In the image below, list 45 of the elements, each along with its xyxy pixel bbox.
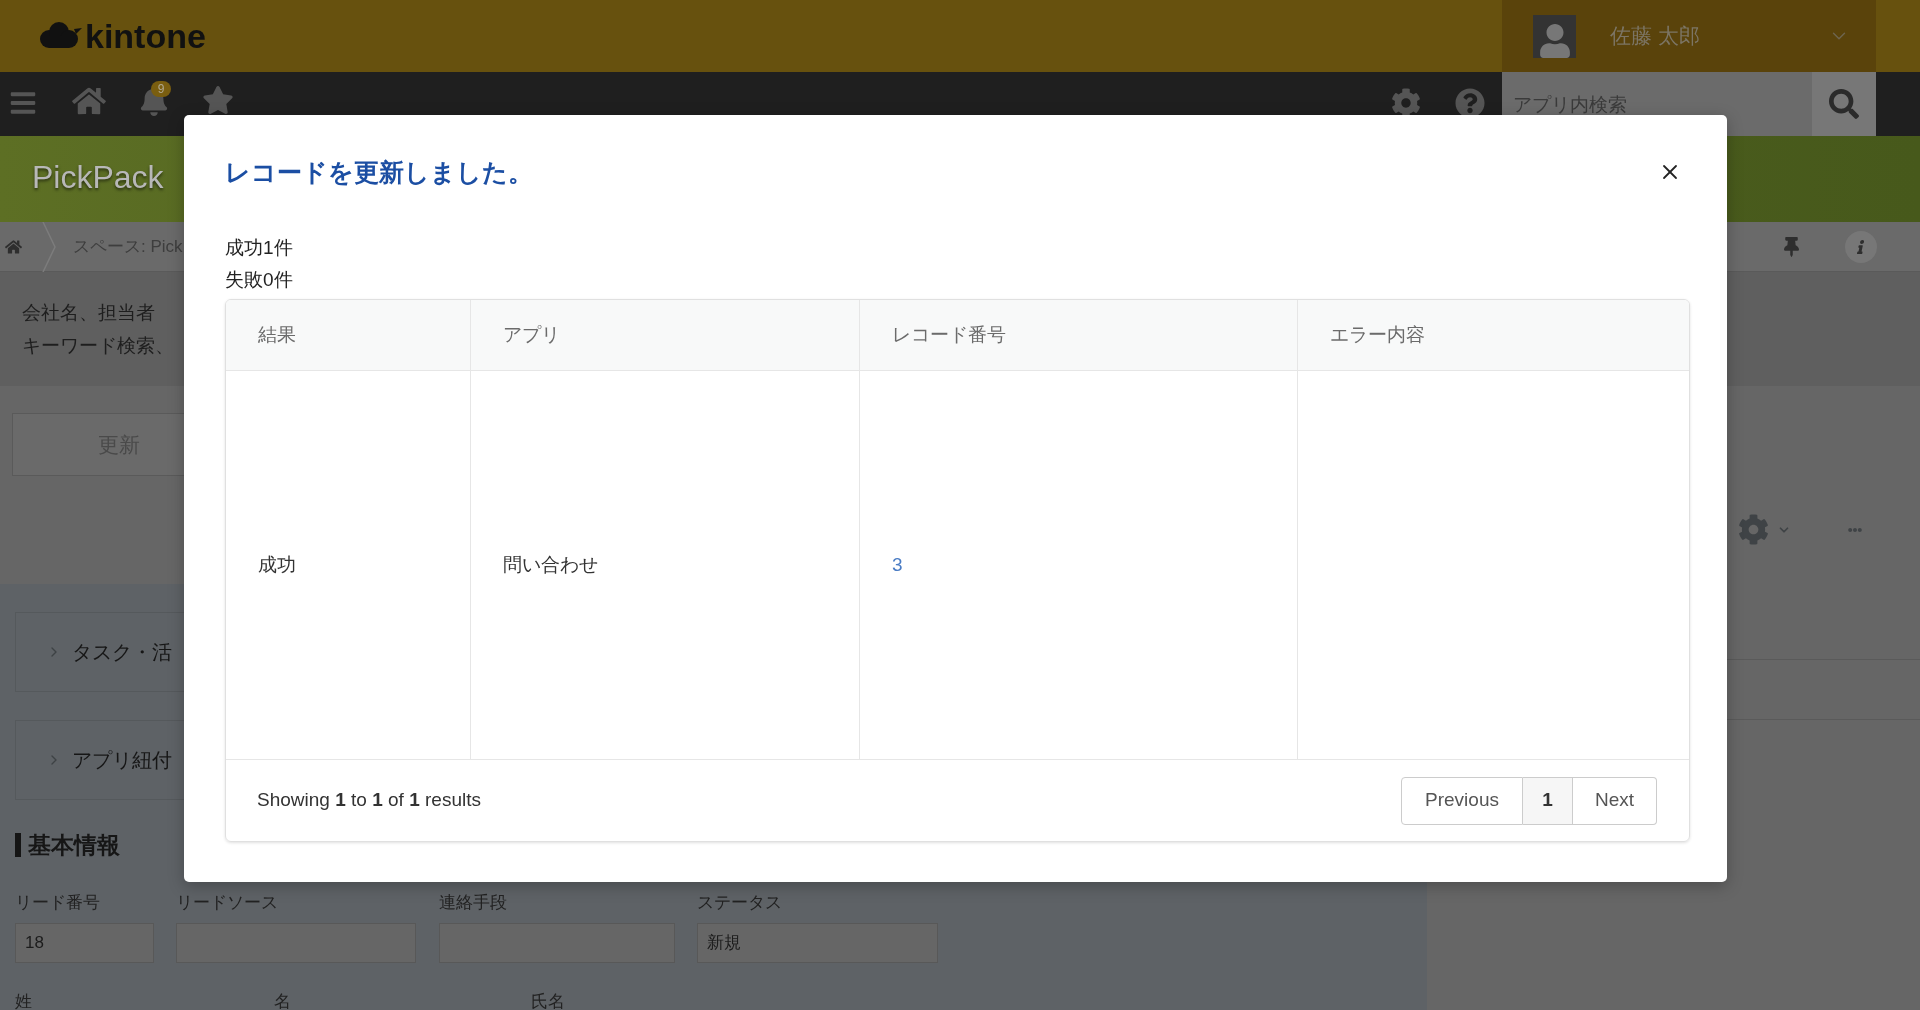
dialog-title: レコードを更新しました。 bbox=[225, 157, 533, 188]
settings-icon[interactable] bbox=[1389, 88, 1423, 118]
table-cell-text: 問い合わせ bbox=[503, 552, 598, 577]
summary-text: 失敗0件 bbox=[225, 268, 293, 292]
input-field[interactable]: 新規 bbox=[697, 923, 938, 963]
column-header: アプリ bbox=[503, 322, 560, 347]
avatar-icon bbox=[1533, 14, 1576, 58]
description-text: キーワード検索、 bbox=[22, 334, 174, 358]
field-label: 連絡手段 bbox=[439, 893, 507, 913]
page-button[interactable]: 1 bbox=[1523, 776, 1573, 825]
search-icon bbox=[1829, 89, 1859, 119]
home-icon[interactable] bbox=[72, 86, 106, 116]
column-header: 結果 bbox=[258, 322, 296, 347]
cloud-logo-icon bbox=[38, 21, 82, 51]
field-label: 名 bbox=[274, 992, 291, 1010]
column-header: エラー内容 bbox=[1330, 322, 1425, 347]
record-link[interactable]: 3 bbox=[892, 550, 903, 580]
field-label: リードソース bbox=[176, 893, 278, 913]
heading-marker-bar bbox=[15, 833, 21, 857]
field-label: リード番号 bbox=[15, 893, 100, 913]
field-label: ステータス bbox=[697, 893, 782, 913]
chevron-separator-icon bbox=[42, 221, 56, 272]
pin-icon[interactable] bbox=[1784, 236, 1799, 257]
next-button[interactable]: Next bbox=[1573, 776, 1657, 825]
notification-badge: 9 bbox=[151, 81, 171, 97]
field-label: 姓 bbox=[15, 992, 32, 1010]
input-field[interactable]: 18 bbox=[15, 923, 154, 963]
search-button[interactable] bbox=[1812, 72, 1876, 136]
previous-button[interactable]: Previous bbox=[1401, 776, 1523, 825]
results-summary: Showing 1 to 1 of 1 results bbox=[257, 788, 481, 813]
section-title: アプリ紐付 bbox=[72, 748, 172, 773]
home-icon[interactable] bbox=[5, 238, 22, 255]
info-icon[interactable] bbox=[1845, 230, 1877, 263]
help-icon[interactable] bbox=[1453, 88, 1487, 118]
star-icon[interactable] bbox=[202, 86, 234, 114]
description-text: 会社名、担当者 bbox=[22, 301, 155, 325]
user-menu[interactable]: 佐藤 太郎 bbox=[1502, 0, 1876, 72]
field-label: 氏名 bbox=[531, 992, 565, 1010]
section-heading: 基本情報 bbox=[28, 830, 120, 860]
summary-text: 成功1件 bbox=[225, 236, 293, 260]
app-title: PickPack bbox=[32, 158, 164, 197]
column-header: レコード番号 bbox=[892, 322, 1006, 347]
logo-text: kintone bbox=[85, 16, 206, 56]
table-cell-text: 成功 bbox=[258, 552, 296, 577]
section-title: タスク・活 bbox=[72, 640, 172, 665]
